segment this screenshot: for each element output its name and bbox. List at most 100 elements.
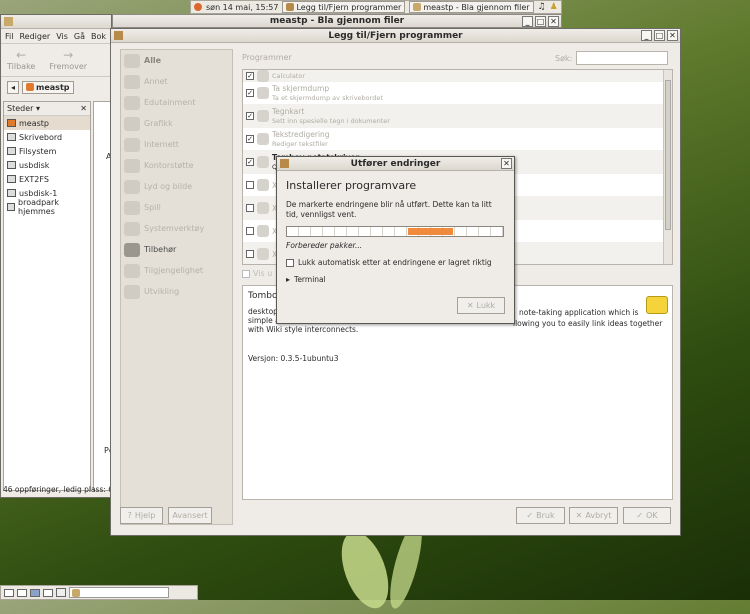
category-all[interactable]: Alle [121, 50, 232, 71]
menu-bookmarks[interactable]: Bok [91, 32, 106, 41]
task-file-browser[interactable]: meastp - Bla gjennom filer [409, 1, 534, 13]
minimize-button[interactable]: _ [641, 30, 652, 41]
auto-close-checkbox[interactable] [286, 258, 294, 267]
category-internet[interactable]: Internett [121, 134, 232, 155]
place-home[interactable]: meastp [4, 116, 90, 130]
program-text: Ta skjermdump Ta et skjermdump av skriveb… [272, 84, 383, 102]
advanced-button[interactable]: Avansert [168, 507, 212, 524]
install-checkbox[interactable]: ✓ [246, 112, 254, 120]
category-label: Utvikling [144, 287, 180, 296]
maximize-button[interactable]: □ [535, 16, 546, 27]
category-label: Grafikk [144, 119, 173, 128]
maximize-button[interactable]: □ [654, 30, 665, 41]
taskbar-task[interactable] [69, 587, 169, 598]
show-desktop-icon[interactable] [56, 588, 66, 597]
workspace-4[interactable] [43, 588, 53, 597]
category-sound-video[interactable]: Lyd og bilde [121, 176, 232, 197]
network-share-icon [7, 203, 15, 211]
category-other[interactable]: Annet [121, 71, 232, 92]
install-checkbox[interactable]: ✓ [246, 135, 254, 143]
menu-edit[interactable]: Rediger [19, 32, 50, 41]
back-button[interactable]: ← Tilbake [7, 48, 35, 72]
apply-button[interactable]: ✓ Bruk [516, 507, 565, 524]
menu-file[interactable]: Fil [5, 32, 13, 41]
program-row[interactable]: ✓ Ta skjermdump Ta et skjermdump av skriv… [243, 82, 672, 105]
place-filesystem[interactable]: Filsystem [4, 144, 90, 158]
help-icon: ? [127, 511, 132, 520]
place-network[interactable]: broadpark hjemmes [4, 198, 90, 216]
workspace-1[interactable] [4, 588, 14, 597]
show-unsupported-option[interactable]: Vis u [242, 269, 272, 278]
place-ext2fs[interactable]: EXT2FS [4, 172, 90, 186]
file-view[interactable]: A Pc [93, 101, 113, 491]
workspace-3[interactable] [30, 588, 40, 597]
category-system[interactable]: Systemverktøy [121, 218, 232, 239]
install-checkbox[interactable]: ✓ [246, 158, 254, 166]
program-row[interactable]: ✓ Tekstredigering Rediger tekstfiler [243, 128, 672, 151]
category-graphics[interactable]: Grafikk [121, 113, 232, 134]
forward-button[interactable]: → Fremover [49, 48, 87, 72]
close-button[interactable]: ✕ [548, 16, 559, 27]
file-browser-titlebar-extension[interactable]: meastp - Bla gjennom filer _ □ ✕ [112, 14, 562, 28]
clock[interactable]: søn 14 mai, 15:57 [206, 3, 278, 12]
install-checkbox[interactable] [246, 181, 254, 189]
program-description: Ta et skjermdump av skrivebordet [272, 94, 383, 102]
usb-drive-icon [7, 161, 16, 169]
minimize-button[interactable]: _ [522, 16, 533, 27]
cancel-label: Avbryt [585, 511, 612, 520]
close-button[interactable]: ✕ [501, 158, 512, 169]
program-row[interactable]: ✓ Calculator [243, 70, 672, 82]
place-usbdisk[interactable]: usbdisk [4, 158, 90, 172]
desktop-icon [7, 133, 16, 141]
install-checkbox[interactable] [246, 204, 254, 212]
location-prev-button[interactable]: ◂ [7, 80, 20, 94]
close-sidebar-icon[interactable]: ✕ [80, 104, 87, 113]
workspace-2[interactable] [17, 588, 27, 597]
add-remove-titlebar[interactable]: Legg til/Fjern programmer _ □ ✕ [111, 29, 680, 43]
category-development[interactable]: Utvikling [121, 281, 232, 302]
menu-view[interactable]: Vis [56, 32, 68, 41]
category-office[interactable]: Kontorstøtte [121, 155, 232, 176]
install-checkbox[interactable] [246, 250, 254, 258]
cancel-icon: ✕ [575, 511, 583, 520]
install-checkbox[interactable] [246, 227, 254, 235]
volume-icon[interactable]: ♫ [538, 2, 546, 12]
category-edutainment[interactable]: Edutainment [121, 92, 232, 113]
category-games[interactable]: Spill [121, 197, 232, 218]
dialog-close-button[interactable]: ✕ Lukk [457, 297, 505, 314]
install-checkbox[interactable]: ✓ [246, 71, 254, 80]
search-input[interactable] [576, 51, 669, 65]
help-label: Hjelp [134, 511, 156, 520]
task-add-remove[interactable]: Legg til/Fjern programmer [282, 1, 406, 13]
close-x-icon: ✕ [466, 301, 474, 310]
ubuntu-menu-icon[interactable] [194, 3, 202, 11]
sidebar-header-label: Steder [7, 104, 34, 113]
file-browser-titlebar[interactable] [1, 15, 111, 29]
close-button[interactable]: ✕ [667, 30, 678, 41]
location-button-home[interactable]: meastp [22, 80, 74, 94]
location-label: meastp [36, 82, 70, 92]
scrollbar-thumb[interactable] [665, 80, 671, 230]
place-desktop[interactable]: Skrivebord [4, 130, 90, 144]
menu-go[interactable]: Gå [74, 32, 85, 41]
install-checkbox[interactable]: ✓ [246, 89, 254, 97]
auto-close-option[interactable]: Lukk automatisk etter at endringene er l… [286, 258, 505, 267]
category-accessibility[interactable]: Tilgjengelighet [121, 260, 232, 281]
user-icon[interactable]: ♟ [550, 2, 558, 12]
help-button[interactable]: ? Hjelp [120, 507, 163, 524]
sidebar-header: Steder ▾ ✕ [4, 102, 90, 116]
office-icon [124, 158, 140, 173]
dialog-titlebar[interactable]: Utfører endringer ✕ [277, 157, 514, 171]
ok-button[interactable]: ✓ OK [623, 507, 671, 524]
program-list-scrollbar[interactable] [663, 70, 672, 264]
category-accessories[interactable]: Tilbehør [121, 239, 232, 260]
category-label: Kontorstøtte [144, 161, 194, 170]
show-unsupported-checkbox[interactable] [242, 269, 250, 278]
category-list: Alle Annet Edutainment Grafikk Internett… [120, 49, 233, 525]
sidebar-selector[interactable]: Steder ▾ [7, 104, 40, 113]
category-label: Edutainment [144, 98, 196, 107]
terminal-expander[interactable]: ▸ Terminal [286, 275, 505, 284]
program-row[interactable]: ✓ Tegnkart Sett inn spesielle tegn i doku… [243, 105, 672, 128]
cancel-button[interactable]: ✕ Avbryt [569, 507, 618, 524]
place-label: broadpark hjemmes [18, 198, 59, 216]
